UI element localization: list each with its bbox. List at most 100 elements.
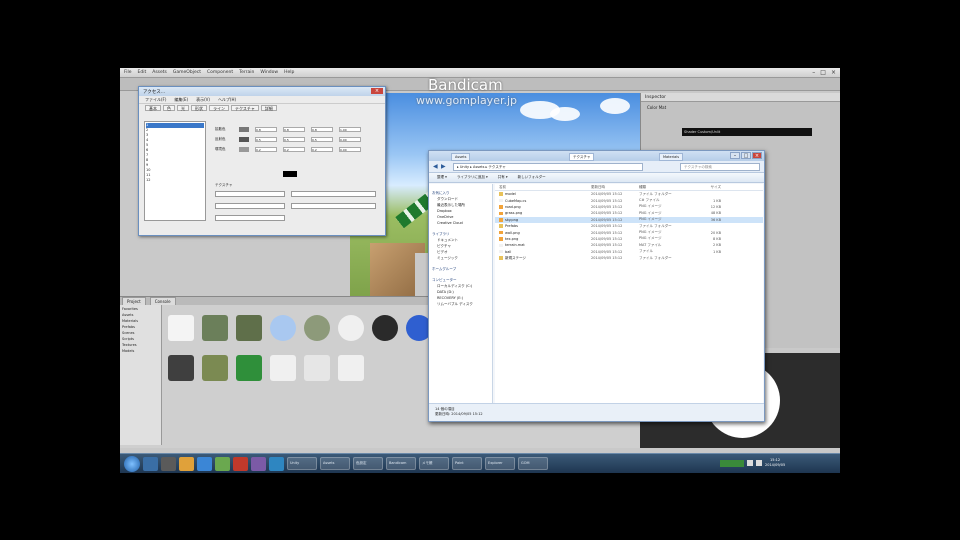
menu-item-window[interactable]: Window bbox=[260, 70, 278, 75]
dialog-tab[interactable]: 基本 bbox=[145, 105, 161, 111]
taskbar-button[interactable]: Explorer bbox=[485, 457, 515, 470]
taskbar-app-icon[interactable] bbox=[161, 456, 176, 471]
value-field[interactable]: 1.00 bbox=[339, 127, 361, 132]
address-input[interactable]: ▸ Unity ▸ Assets ▸ テクスチャ bbox=[453, 163, 643, 171]
asset-thumbnail[interactable] bbox=[236, 355, 262, 381]
asset-thumbnail[interactable] bbox=[270, 315, 296, 341]
material-list[interactable]: 1 2 3 4 5 6 7 8 9 10 11 12 bbox=[144, 121, 206, 221]
asset-thumbnail[interactable] bbox=[236, 315, 262, 341]
forward-icon[interactable]: ▶ bbox=[441, 163, 446, 170]
tree-item[interactable]: Models bbox=[122, 349, 159, 355]
asset-thumbnail[interactable] bbox=[372, 315, 398, 341]
specular-swatch[interactable] bbox=[239, 137, 249, 142]
asset-thumbnail[interactable] bbox=[168, 315, 194, 341]
explorer-tab[interactable]: Assets bbox=[451, 153, 471, 161]
col-date[interactable]: 更新日時 bbox=[591, 185, 639, 189]
value-field[interactable]: 0.00 bbox=[339, 137, 361, 142]
taskbar-button[interactable]: GOM bbox=[518, 457, 548, 470]
shader-field[interactable]: Shader Custom/Unlit bbox=[682, 128, 812, 136]
menu-item-edit[interactable]: Edit bbox=[138, 70, 147, 75]
menu-item-component[interactable]: Component bbox=[207, 70, 233, 75]
volume-icon[interactable] bbox=[756, 460, 762, 466]
menu-item-gameobject[interactable]: GameObject bbox=[173, 70, 201, 75]
maximize-icon[interactable]: □ bbox=[741, 152, 751, 159]
nav-item-libraries[interactable]: ミュージック bbox=[432, 256, 489, 262]
col-size[interactable]: サイズ bbox=[691, 185, 721, 189]
command-button[interactable]: ライブラリに追加 ▾ bbox=[457, 175, 488, 180]
asset-thumbnail[interactable] bbox=[202, 315, 228, 341]
dialog-tab[interactable]: テクスチャ bbox=[231, 105, 259, 111]
tab-console[interactable]: Console bbox=[149, 297, 176, 305]
sub-field-2[interactable] bbox=[291, 203, 376, 209]
taskbar-app-icon[interactable] bbox=[269, 456, 284, 471]
material-list-item[interactable]: 12 bbox=[146, 178, 204, 183]
value-field[interactable]: 0.2 bbox=[255, 147, 277, 152]
dialog-tab[interactable]: 形状 bbox=[191, 105, 207, 111]
dialog-tab[interactable]: ライン bbox=[209, 105, 229, 111]
taskbar-app-icon[interactable] bbox=[143, 456, 158, 471]
texture-path-field[interactable] bbox=[291, 191, 376, 197]
taskbar-app-icon[interactable] bbox=[197, 456, 212, 471]
value-field[interactable]: 0.5 bbox=[311, 137, 333, 142]
dialog-menu-item[interactable]: 表示(V) bbox=[196, 97, 210, 102]
dialog-close-button[interactable]: × bbox=[371, 88, 383, 94]
dialog-tab[interactable]: 詳細 bbox=[260, 105, 277, 111]
close-icon[interactable]: × bbox=[831, 69, 836, 76]
taskbar-app-icon[interactable] bbox=[179, 456, 194, 471]
minimize-icon[interactable]: – bbox=[812, 69, 815, 76]
menu-item-help[interactable]: Help bbox=[284, 70, 294, 75]
col-name[interactable]: 名前 bbox=[499, 185, 591, 189]
dialog-menu-item[interactable]: ファイル(F) bbox=[145, 97, 166, 102]
taskbar-app-icon[interactable] bbox=[215, 456, 230, 471]
value-field[interactable]: 0.00 bbox=[339, 147, 361, 152]
taskbar-button[interactable]: Bandicam bbox=[386, 457, 416, 470]
menu-item-file[interactable]: File bbox=[124, 70, 132, 75]
command-button[interactable]: 共有 ▾ bbox=[498, 175, 508, 180]
taskbar-button[interactable]: メモ帳 bbox=[419, 457, 449, 470]
asset-thumbnail[interactable] bbox=[168, 355, 194, 381]
network-icon[interactable] bbox=[747, 460, 753, 466]
value-field[interactable]: 0.8 bbox=[255, 127, 277, 132]
close-icon[interactable]: × bbox=[752, 152, 762, 159]
back-icon[interactable]: ◀ bbox=[433, 163, 438, 170]
dialog-menu-item[interactable]: ヘルプ(H) bbox=[218, 97, 236, 102]
value-field[interactable]: 0.2 bbox=[283, 147, 305, 152]
taskbar-button[interactable]: Paint bbox=[452, 457, 482, 470]
maximize-icon[interactable]: □ bbox=[820, 69, 826, 76]
nav-item-computer[interactable]: リムーバブル ディスク bbox=[432, 302, 489, 308]
explorer-tab-active[interactable]: テクスチャ bbox=[569, 153, 595, 161]
minimize-icon[interactable]: – bbox=[730, 152, 740, 159]
black-swatch[interactable] bbox=[283, 171, 297, 177]
asset-thumbnail[interactable] bbox=[304, 355, 330, 381]
dialog-menu-item[interactable]: 編集(E) bbox=[174, 97, 188, 102]
sub-field[interactable] bbox=[215, 203, 285, 209]
dialog-tab[interactable]: 光 bbox=[177, 105, 189, 111]
command-button[interactable]: 新しいフォルダー bbox=[518, 175, 546, 180]
asset-thumbnail[interactable] bbox=[338, 315, 364, 341]
nav-item-favorites[interactable]: Creative Cloud bbox=[432, 221, 489, 227]
taskbar-button[interactable]: Assets bbox=[320, 457, 350, 470]
nav-item-homegroup[interactable]: ホームグループ bbox=[432, 267, 489, 273]
ambient-swatch[interactable] bbox=[239, 147, 249, 152]
diffuse-swatch[interactable] bbox=[239, 127, 249, 132]
command-button[interactable]: 整理 ▾ bbox=[437, 175, 447, 180]
value-field[interactable]: 0.5 bbox=[255, 137, 277, 142]
menu-item-assets[interactable]: Assets bbox=[152, 70, 167, 75]
texture-field[interactable] bbox=[215, 191, 285, 197]
value-field[interactable]: 0.5 bbox=[283, 137, 305, 142]
taskbar-app-icon[interactable] bbox=[251, 456, 266, 471]
menu-item-terrain[interactable]: Terrain bbox=[239, 70, 254, 75]
asset-thumbnail[interactable] bbox=[270, 355, 296, 381]
dialog-tab[interactable]: 色 bbox=[163, 105, 175, 111]
clock[interactable]: 15:12 2014/09/05 bbox=[765, 458, 785, 468]
tray-indicator[interactable] bbox=[720, 459, 744, 467]
start-button[interactable] bbox=[124, 455, 140, 472]
explorer-tab[interactable]: Materials bbox=[659, 153, 684, 161]
value-field[interactable]: 0.2 bbox=[311, 147, 333, 152]
file-row[interactable]: 新規ステージ 2014/09/05 15:12 ファイル フォルダー bbox=[495, 255, 763, 261]
value-field[interactable]: 0.8 bbox=[311, 127, 333, 132]
taskbar-button[interactable]: Unity bbox=[287, 457, 317, 470]
search-input[interactable]: テクスチャの検索 bbox=[680, 163, 760, 171]
asset-thumbnail[interactable] bbox=[304, 315, 330, 341]
tab-project[interactable]: Project bbox=[122, 297, 146, 305]
